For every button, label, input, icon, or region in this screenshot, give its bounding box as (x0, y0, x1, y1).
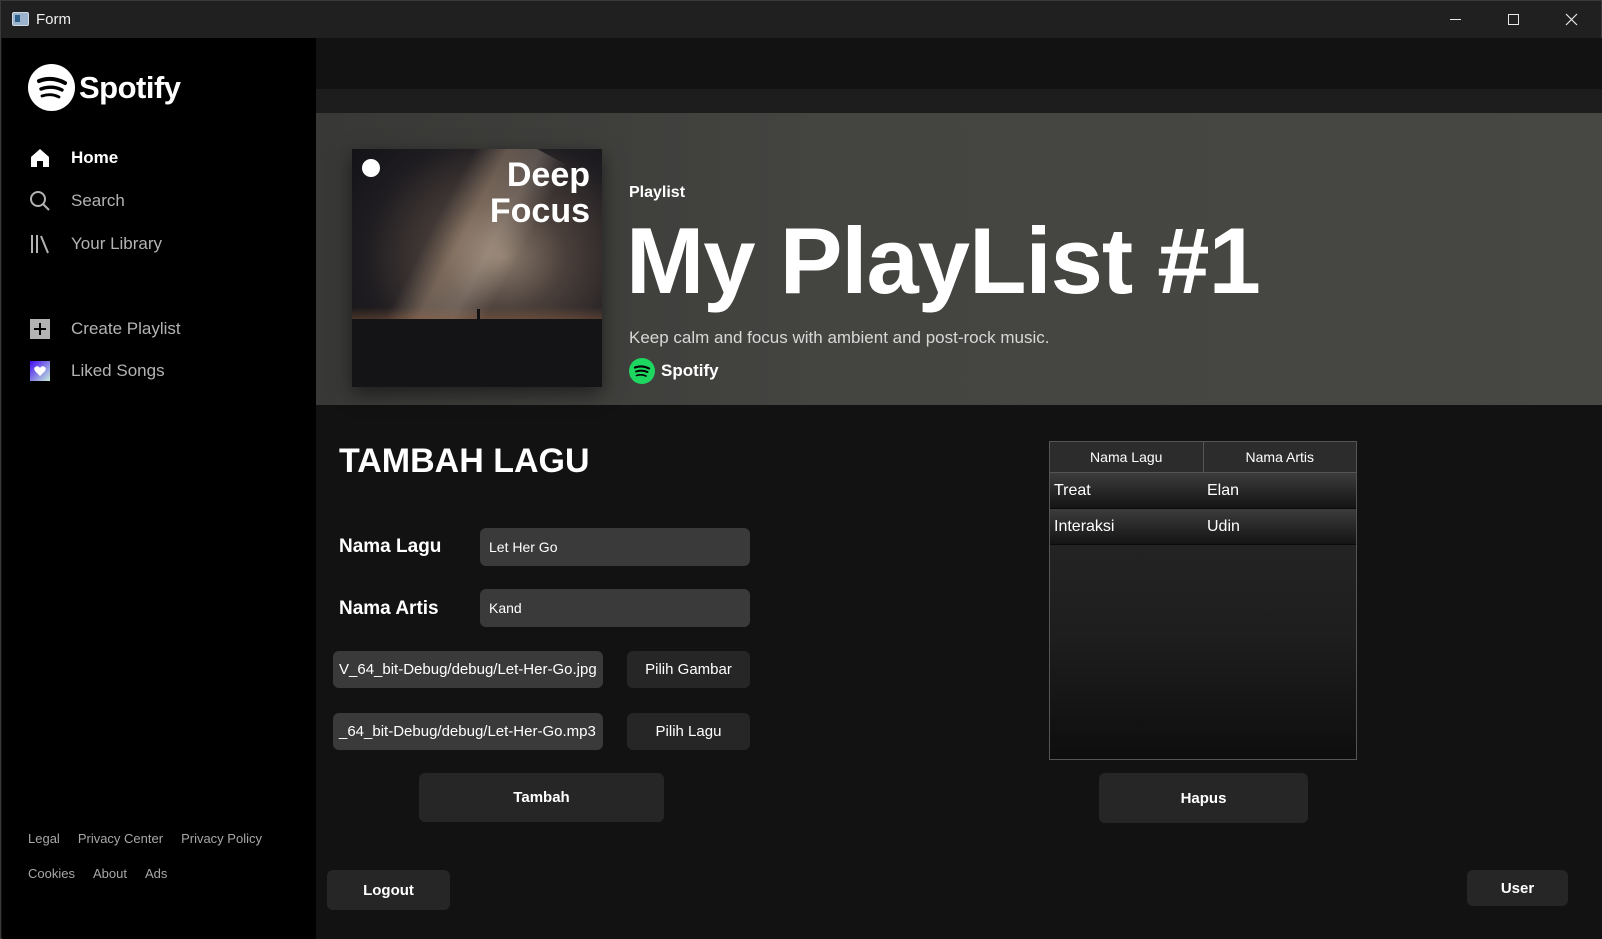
table-row[interactable]: Interaksi Udin (1050, 509, 1356, 545)
table-header: Nama Lagu Nama Artis (1050, 442, 1356, 473)
link-privacy-policy[interactable]: Privacy Policy (181, 831, 262, 846)
cell-artist: Elan (1207, 481, 1240, 499)
artist-name-input[interactable]: Kand (480, 589, 750, 627)
choose-image-button[interactable]: Pilih Gambar (627, 651, 750, 688)
maximize-icon (1507, 14, 1519, 25)
footer-links-row-2: Cookies About Ads (28, 866, 167, 881)
close-button[interactable] (1542, 1, 1600, 38)
maximize-button[interactable] (1484, 1, 1542, 38)
minimize-icon (1449, 19, 1461, 20)
spotify-logo: Spotify (28, 64, 181, 111)
app-icon (12, 12, 29, 26)
link-cookies[interactable]: Cookies (28, 866, 75, 881)
playlist-title: My PlayList #1 (626, 208, 1261, 313)
cell-song: Interaksi (1054, 517, 1115, 535)
playlist-cover-image: Deep Focus (352, 149, 602, 387)
song-name-label: Nama Lagu (339, 536, 442, 557)
song-name-input[interactable]: Let Her Go (480, 528, 750, 566)
playlist-owner: Spotify (629, 358, 719, 384)
nav-home-label: Home (71, 148, 119, 167)
spotify-owner-icon (629, 358, 655, 384)
top-bar (316, 38, 1602, 89)
nav-search[interactable]: Search (29, 190, 125, 212)
nav-liked-songs[interactable]: Liked Songs (29, 360, 165, 382)
choose-song-button[interactable]: Pilih Lagu (627, 713, 750, 750)
playlist-banner: Deep Focus Playlist My PlayList #1 Keep … (316, 113, 1602, 405)
nav-library-label: Your Library (71, 234, 163, 253)
playlist-owner-name: Spotify (661, 361, 719, 380)
top-strip (316, 89, 1602, 113)
plus-icon (29, 318, 51, 340)
nav-search-label: Search (71, 191, 125, 210)
sidebar: Spotify Home Search Your Library Create … (2, 38, 316, 939)
nav-create-playlist[interactable]: Create Playlist (29, 318, 181, 340)
link-about[interactable]: About (93, 866, 127, 881)
image-path-field[interactable]: V_64_bit-Debug/debug/Let-Her-Go.jpg (333, 651, 603, 688)
nav-liked-songs-label: Liked Songs (71, 361, 165, 380)
column-header-artist[interactable]: Nama Artis (1204, 442, 1357, 472)
link-ads[interactable]: Ads (145, 866, 167, 881)
delete-button[interactable]: Hapus (1099, 773, 1308, 823)
cover-title: Deep Focus (489, 156, 590, 230)
footer-links-row-1: Legal Privacy Center Privacy Policy (28, 831, 262, 846)
main-content: Deep Focus Playlist My PlayList #1 Keep … (316, 38, 1602, 939)
minimize-button[interactable] (1426, 1, 1484, 38)
home-icon (29, 147, 51, 169)
user-button[interactable]: User (1467, 870, 1568, 906)
cell-song: Treat (1054, 481, 1091, 499)
title-bar: Form (1, 1, 1601, 38)
logout-button[interactable]: Logout (327, 870, 450, 910)
nav-library[interactable]: Your Library (29, 233, 162, 255)
playlist-description: Keep calm and focus with ambient and pos… (629, 328, 1050, 347)
playlist-type-label: Playlist (629, 184, 686, 201)
cell-artist: Udin (1207, 517, 1240, 535)
spotify-logo-icon (28, 64, 75, 111)
link-legal[interactable]: Legal (28, 831, 60, 846)
library-icon (29, 233, 51, 255)
artist-name-label: Nama Artis (339, 598, 439, 619)
cover-spotify-icon (362, 159, 380, 177)
heart-icon (29, 360, 51, 382)
close-icon (1565, 13, 1577, 26)
add-song-heading: TAMBAH LAGU (339, 442, 590, 480)
audio-path-field[interactable]: _64_bit-Debug/debug/Let-Her-Go.mp3 (333, 713, 603, 750)
nav-create-playlist-label: Create Playlist (71, 319, 181, 338)
logo-text: Spotify (79, 69, 181, 105)
nav-home[interactable]: Home (29, 147, 118, 169)
window-title: Form (36, 11, 71, 28)
column-header-song[interactable]: Nama Lagu (1050, 442, 1204, 472)
search-icon (29, 190, 51, 212)
app-window: Form Spotify Home Search Your Library Cr… (0, 0, 1602, 939)
song-table[interactable]: Nama Lagu Nama Artis Treat Elan Interaks… (1049, 441, 1357, 760)
link-privacy-center[interactable]: Privacy Center (78, 831, 163, 846)
table-row[interactable]: Treat Elan (1050, 473, 1356, 509)
add-button[interactable]: Tambah (419, 773, 664, 822)
